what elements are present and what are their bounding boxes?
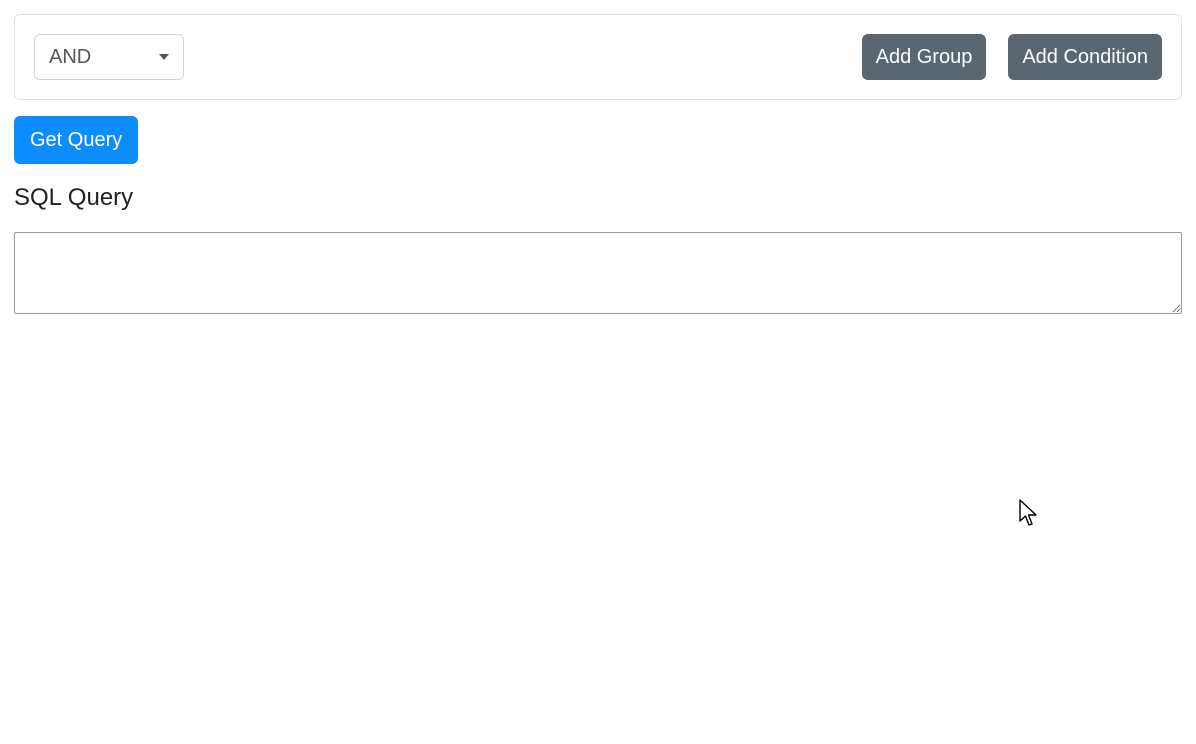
cursor-icon [1019,499,1039,527]
get-query-button[interactable]: Get Query [14,116,138,164]
combinator-area: AND [34,34,184,80]
query-builder-panel: AND Add Group Add Condition [14,14,1182,100]
add-group-button[interactable]: Add Group [862,34,987,80]
add-condition-button[interactable]: Add Condition [1008,34,1162,80]
chevron-down-icon [159,54,169,60]
combinator-select[interactable]: AND [34,34,184,80]
combinator-value: AND [49,46,91,69]
builder-actions: Add Group Add Condition [862,34,1162,80]
sql-query-output[interactable] [14,232,1182,314]
sql-query-heading: SQL Query [14,184,1182,212]
